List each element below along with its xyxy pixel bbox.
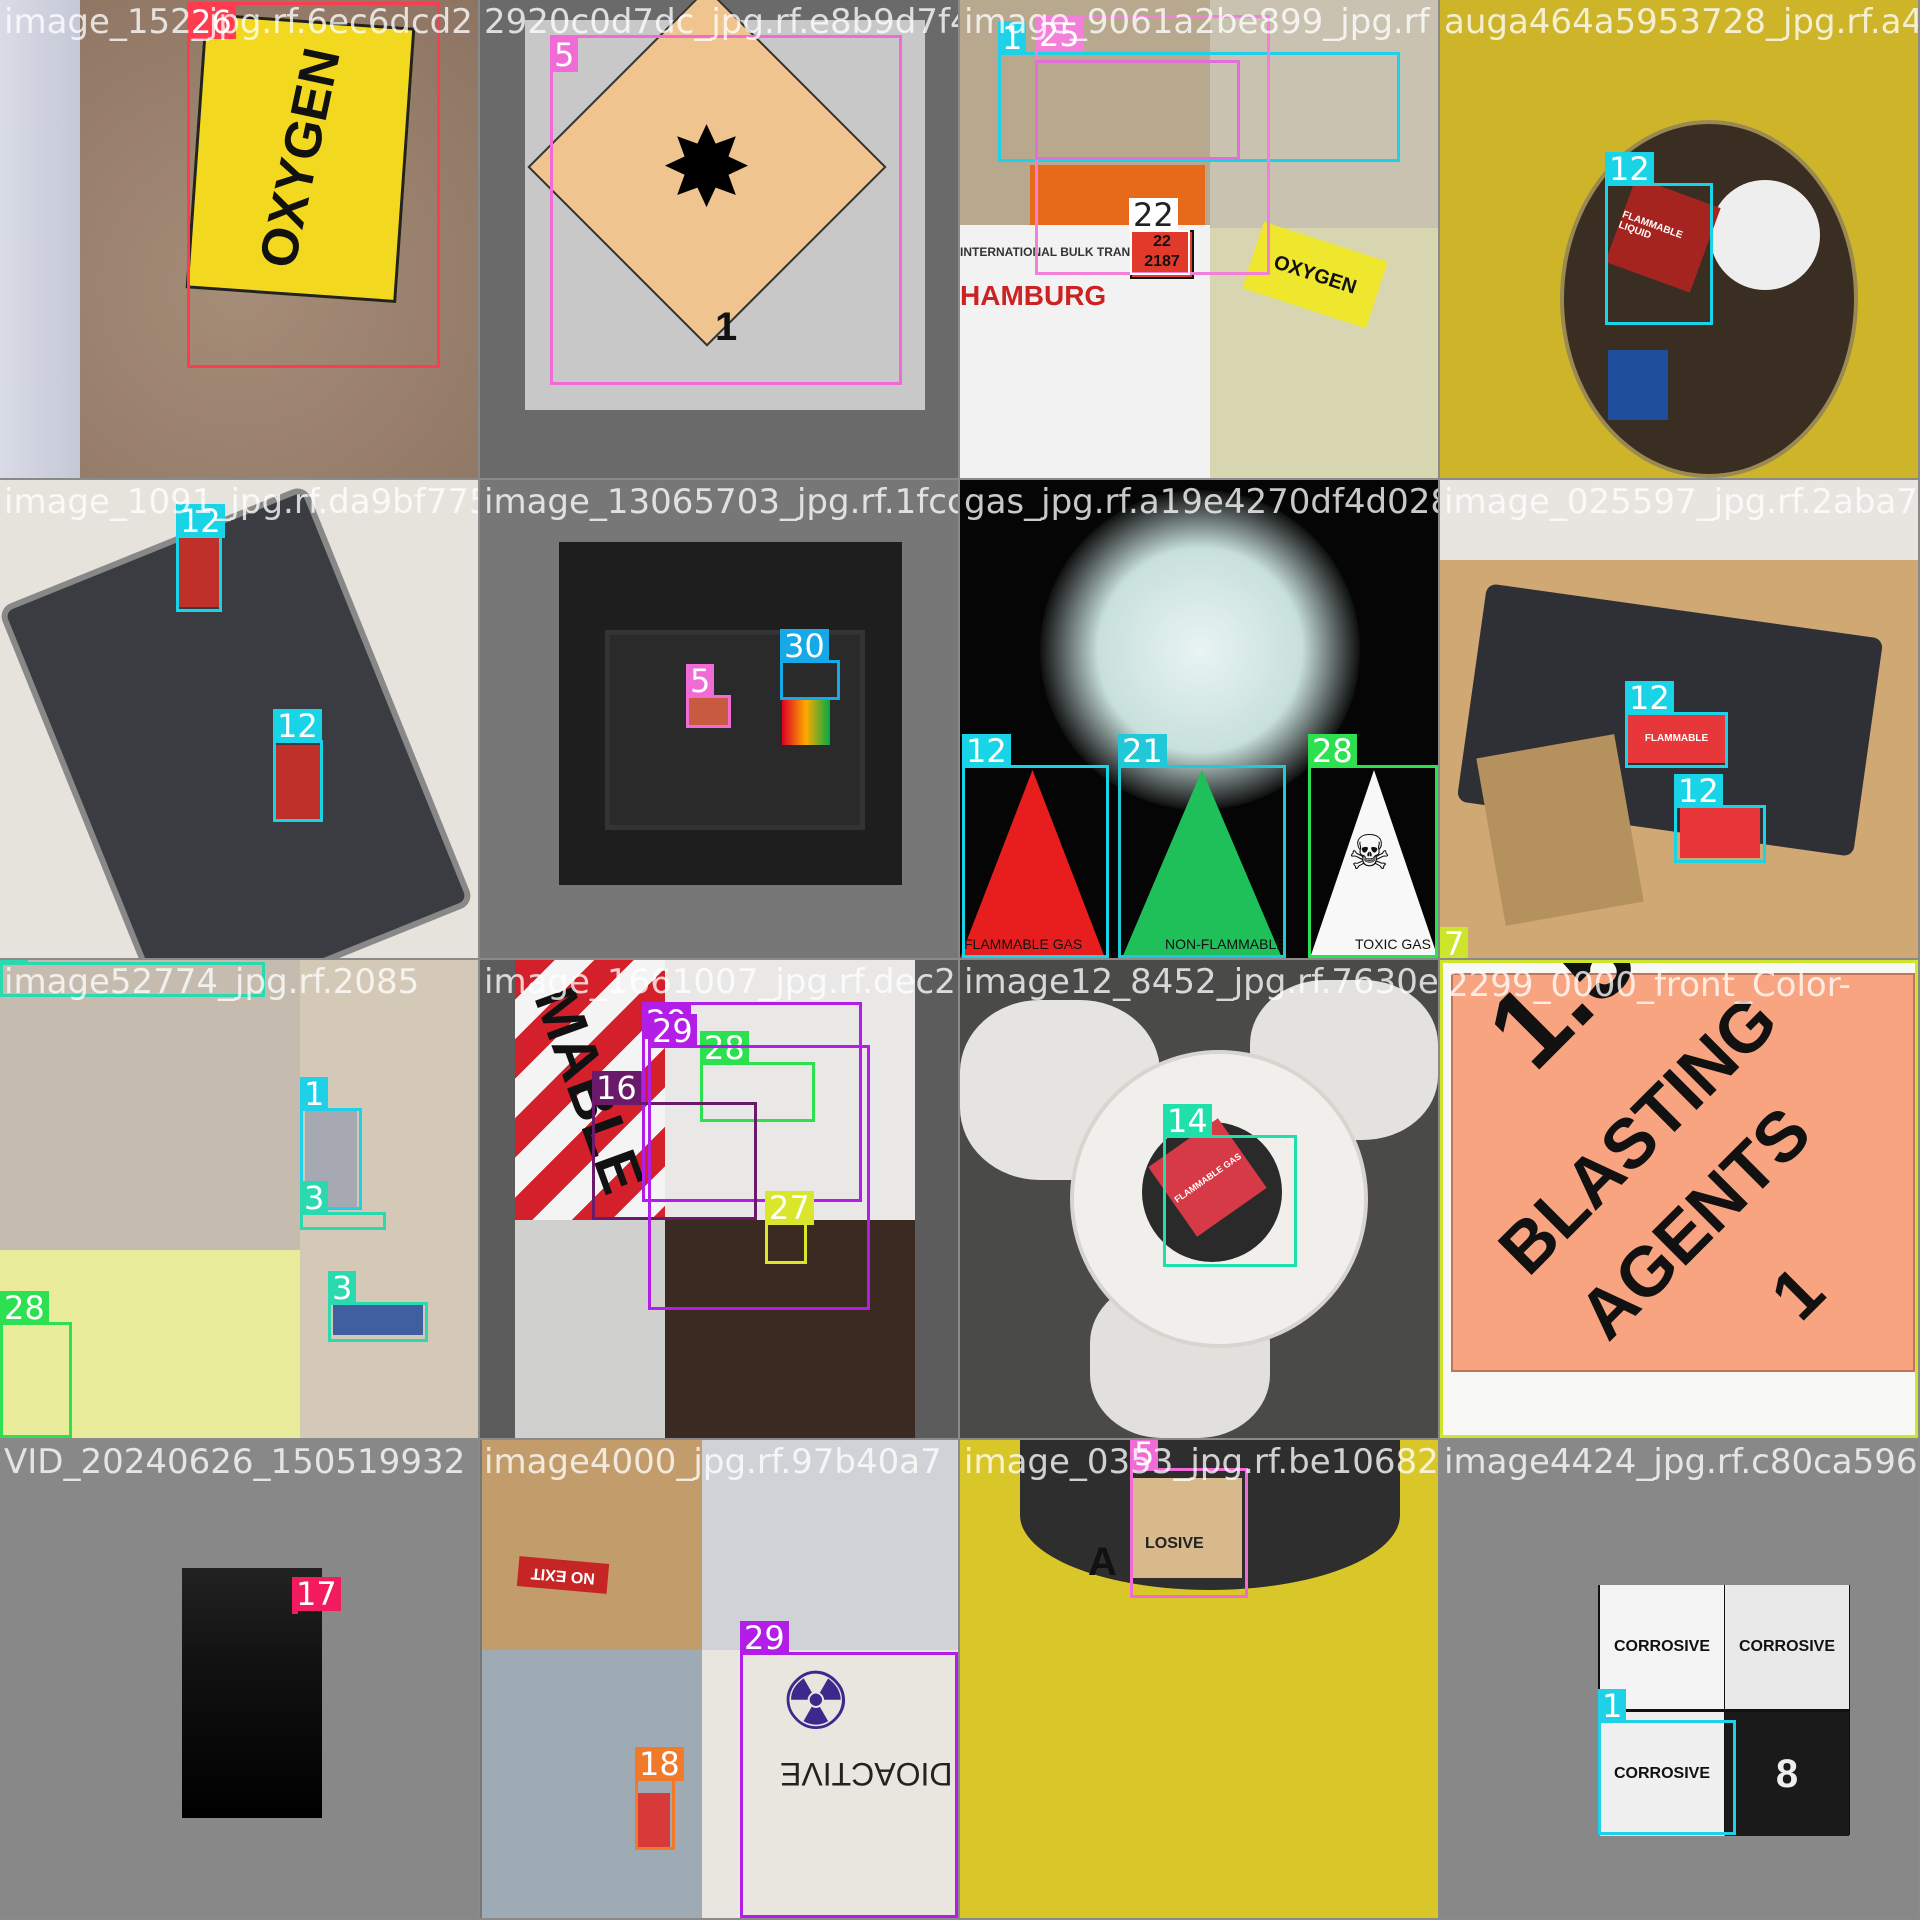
wall-photo bbox=[0, 960, 300, 1250]
box-label: 5 bbox=[550, 38, 579, 72]
detection-box: 3 bbox=[300, 1181, 386, 1230]
box-label: 5 bbox=[686, 664, 715, 698]
detection-box: 29 bbox=[648, 1014, 870, 1310]
label-multi bbox=[782, 700, 830, 745]
tile-7: FLAMMABLE GAS NON-FLAMMABLE ☠ TOXIC GAS … bbox=[960, 480, 1438, 958]
detection-box: 1 bbox=[1598, 1689, 1736, 1835]
tile-title: auga464a5953728_jpg.rf.a46 bbox=[1444, 2, 1918, 42]
box-label: 12 bbox=[1674, 774, 1723, 808]
detection-box: 12 bbox=[1605, 152, 1713, 325]
tile-title: image12_8452_jpg.rf.7630ea0 bbox=[964, 962, 1438, 1002]
detection-box: 28 bbox=[1308, 734, 1438, 958]
tile-title: image_13065703_jpg.rf.1fcc0379 bbox=[484, 482, 958, 522]
tile-title: image4000_jpg.rf.97b40a7 bbox=[484, 1442, 942, 1482]
tile-title: image_9061a2be899_jpg.rf bbox=[964, 2, 1430, 42]
detection-box: 5 bbox=[686, 664, 731, 728]
wall-photo bbox=[0, 0, 80, 478]
box-label: 29 bbox=[740, 1621, 789, 1655]
hamburg-text: HAMBURG bbox=[960, 280, 1107, 311]
corrosive-text: CORROSIVE bbox=[1738, 1638, 1835, 1655]
box-label: 21 bbox=[1118, 734, 1167, 768]
detection-box: 12 bbox=[962, 734, 1109, 958]
room-photo bbox=[515, 1220, 665, 1438]
tile-5: 12 12 image_1091_jpg.rf.da9bf775 bbox=[0, 480, 478, 958]
box-label: 16 bbox=[592, 1071, 641, 1105]
tile-6: 5 30 image_13065703_jpg.rf.1fcc0379 bbox=[480, 480, 958, 958]
tile-3: INTERNATIONAL BULK TRANSPORT HAMBURG 22 … bbox=[960, 0, 1438, 478]
wood-block bbox=[1476, 734, 1644, 926]
no-exit-text: NO EXIT bbox=[530, 1564, 596, 1587]
box-label: 12 bbox=[962, 734, 1011, 768]
tile-2: ✸ 1 5 2920c0d7dc_jpg.rf.e8b9d7f46b bbox=[480, 0, 958, 478]
detection-box: 26 bbox=[187, 2, 440, 368]
tile-title: image_1091_jpg.rf.da9bf775 bbox=[4, 482, 478, 522]
tile-title: image_0353_jpg.rf.be10682 bbox=[964, 1442, 1438, 1482]
box-label: 22 bbox=[1129, 198, 1178, 232]
detection-box: 3 bbox=[328, 1271, 428, 1342]
box-label: 17 bbox=[292, 1577, 341, 1611]
detection-box bbox=[1035, 60, 1240, 160]
box-label: 28 bbox=[0, 1291, 49, 1325]
detection-box: 21 bbox=[1118, 734, 1286, 958]
box-label: 12 bbox=[1605, 152, 1654, 186]
tile-13: 17 VID_20240626_150519932 bbox=[0, 1440, 478, 1918]
class-number: 8 bbox=[1775, 1751, 1799, 1796]
letter-a: A bbox=[1088, 1540, 1117, 1584]
tile-10: MABLE 29 28 16 27 29 image_1661007_jpg.r… bbox=[480, 960, 958, 1438]
detection-box: 12 bbox=[1625, 681, 1728, 768]
tile-8: FLAMMABLE 12 12 7 image_025597_jpg.rf.2a… bbox=[1440, 480, 1918, 958]
tile-15: LOSIVE A 5 image_0353_jpg.rf.be10682 bbox=[960, 1440, 1438, 1918]
box-label: 29 bbox=[648, 1014, 697, 1048]
tile-14: NO EXIT ☢ DIOACTIVE 18 29 image4000_jpg.… bbox=[480, 1440, 958, 1918]
detection-box: 5 bbox=[550, 35, 902, 385]
corrosive-sign: CORROSIVE bbox=[1725, 1585, 1849, 1709]
detection-box: 5 bbox=[1130, 1440, 1248, 1598]
detection-box: 22 bbox=[1129, 198, 1190, 275]
box-label: 3 bbox=[300, 1181, 329, 1215]
tile-title: image52774_jpg.rf.2085 bbox=[4, 962, 420, 1002]
detection-box: 12 bbox=[273, 709, 323, 822]
tile-1: OXYGEN 26 image_152_jpg.rf.6ec6dcd2 bbox=[0, 0, 478, 478]
box-label: 7 bbox=[1440, 927, 1469, 958]
detection-box: 30 bbox=[780, 629, 840, 700]
white-disc bbox=[1710, 180, 1820, 290]
tile-9: 3 1 3 3 28 image52774_jpg.rf.2085 bbox=[0, 960, 478, 1438]
tray-photo bbox=[0, 484, 475, 958]
box-label: 18 bbox=[635, 1747, 684, 1781]
detection-box: 28 bbox=[0, 1291, 72, 1438]
box-label: 3 bbox=[328, 1271, 357, 1305]
box-label: 28 bbox=[1308, 734, 1357, 768]
detection-box: 14 bbox=[1163, 1104, 1297, 1267]
oxygen-text: OXYGEN bbox=[1271, 250, 1360, 299]
detection-box: 12 bbox=[176, 504, 225, 612]
corrosive-sign: 8 bbox=[1725, 1712, 1849, 1836]
box-label: 1 bbox=[300, 1077, 329, 1111]
detection-box: 18 bbox=[635, 1747, 684, 1850]
tile-title: image_1661007_jpg.rf.dec2702 bbox=[484, 962, 958, 1002]
box-label: 14 bbox=[1163, 1104, 1212, 1138]
tile-11: FLAMMABLE GAS 14 image12_8452_jpg.rf.763… bbox=[960, 960, 1438, 1438]
tile-4: FLAMMABLE LIQUID 12 auga464a5953728_jpg.… bbox=[1440, 0, 1918, 478]
box-label: 12 bbox=[273, 709, 322, 743]
tile-title: image_152_jpg.rf.6ec6dcd2 bbox=[4, 2, 473, 42]
detection-box: 29 bbox=[740, 1621, 958, 1918]
tile-title: 2299_0000_front_Color- bbox=[1447, 965, 1851, 1005]
box-label: 1 bbox=[1598, 1689, 1627, 1723]
tile-12: 1.5 BLASTING AGENTS 1 2299_0000_front_Co… bbox=[1440, 960, 1918, 1438]
tile-title: image_025597_jpg.rf.2aba78c bbox=[1444, 482, 1918, 522]
box-label: 30 bbox=[780, 629, 829, 663]
tile-title: VID_20240626_150519932 bbox=[4, 1442, 466, 1482]
detection-box: 12 bbox=[1674, 774, 1766, 863]
corrosive-text: CORROSIVE bbox=[1613, 1638, 1710, 1655]
blue-diamond bbox=[1608, 350, 1668, 420]
mosaic-grid: OXYGEN 26 image_152_jpg.rf.6ec6dcd2 ✸ 1 … bbox=[0, 0, 1920, 1920]
tile-title: image4424_jpg.rf.c80ca5967 bbox=[1444, 1442, 1918, 1482]
tile-16: CORROSIVE CORROSIVE CORROSIVE 8 1 image4… bbox=[1440, 1440, 1918, 1918]
detection-box: 17 bbox=[292, 1577, 341, 1614]
tile-title: 2920c0d7dc_jpg.rf.e8b9d7f46b bbox=[484, 2, 958, 42]
box-label: 12 bbox=[1625, 681, 1674, 715]
tile-title: gas_jpg.rf.a19e4270df4d0281 bbox=[964, 482, 1438, 522]
